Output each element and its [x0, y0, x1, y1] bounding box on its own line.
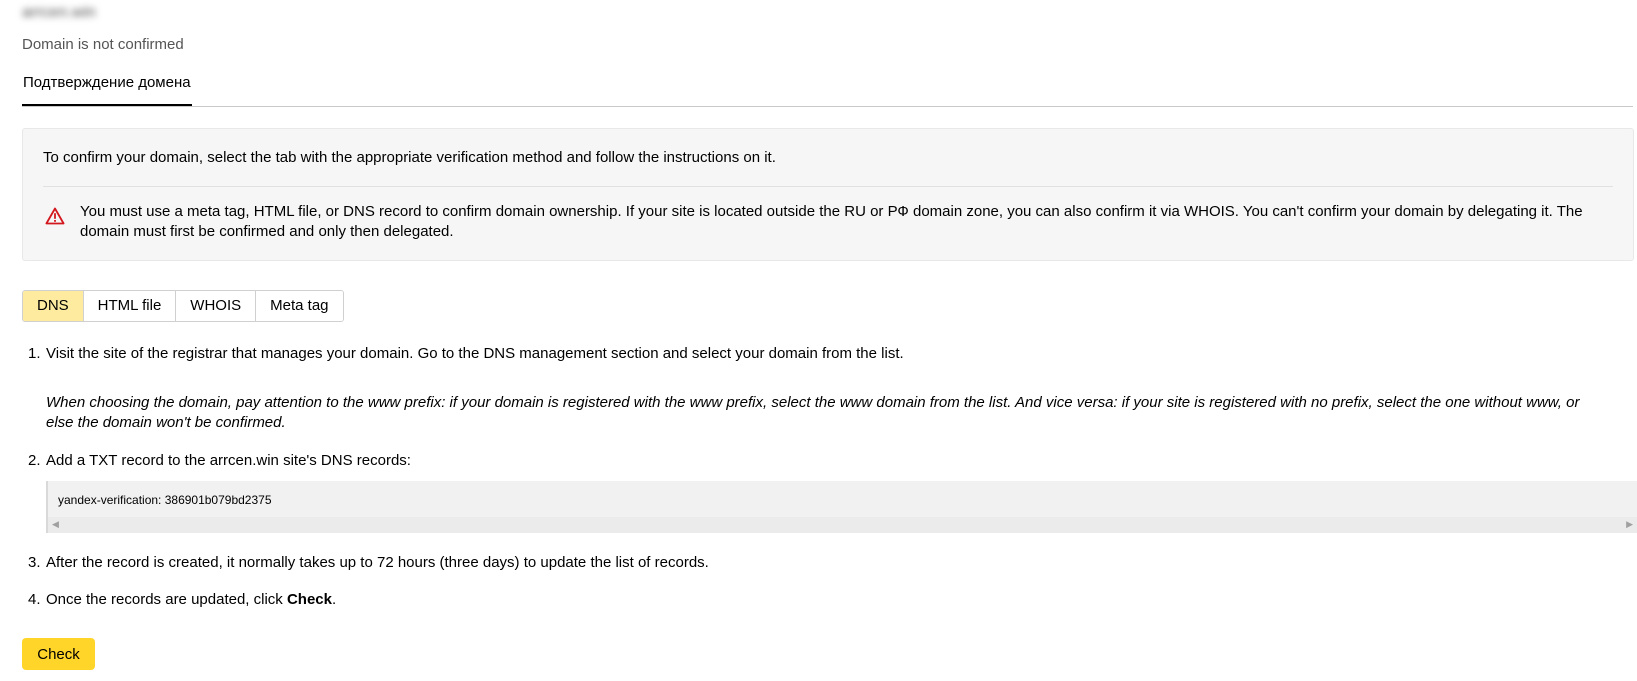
txt-record-code-block[interactable]: yandex-verification: 386901b079bd2375 ◀ … — [46, 481, 1637, 533]
check-button[interactable]: Check — [22, 638, 95, 670]
info-warning-text: You must use a meta tag, HTML file, or D… — [80, 203, 1583, 240]
txt-record-value: yandex-verification: 386901b079bd2375 — [58, 493, 272, 507]
tab-domain-confirmation[interactable]: Подтверждение домена — [22, 64, 192, 106]
verification-method-tabs: DNS HTML file WHOIS Meta tag — [22, 290, 344, 322]
step-3-number: 3. — [28, 554, 41, 571]
step-4-number: 4. — [28, 591, 41, 608]
domain-status-text: Domain is not confirmed — [22, 36, 184, 53]
step-1-number: 1. — [28, 345, 41, 362]
info-divider — [43, 186, 1613, 187]
step-4-text: Once the records are updated, click Chec… — [46, 591, 336, 608]
method-tab-meta-tag[interactable]: Meta tag — [255, 291, 343, 321]
method-tab-whois[interactable]: WHOIS — [175, 291, 256, 321]
step-2-number: 2. — [28, 452, 41, 469]
method-tab-dns[interactable]: DNS — [23, 291, 83, 321]
step-4-text-after: . — [332, 591, 337, 608]
step-4-text-before: Once the records are updated, click — [46, 591, 287, 608]
scroll-left-arrow-icon[interactable]: ◀ — [52, 519, 59, 530]
page-tabbar: Подтверждение домена — [22, 64, 1633, 107]
warning-triangle-icon — [45, 207, 65, 225]
step-2-text: Add a TXT record to the arrcen.win site'… — [46, 452, 411, 469]
method-tab-html-file[interactable]: HTML file — [82, 291, 176, 321]
step-3-text: After the record is created, it normally… — [46, 554, 709, 571]
code-horizontal-scrollbar[interactable]: ◀ ▶ — [48, 517, 1637, 533]
info-panel: To confirm your domain, select the tab w… — [22, 128, 1634, 261]
scroll-right-arrow-icon[interactable]: ▶ — [1626, 519, 1633, 530]
step-4-text-check: Check — [286, 591, 332, 608]
info-intro-text: To confirm your domain, select the tab w… — [43, 149, 776, 166]
step-1-text: Visit the site of the registrar that man… — [46, 345, 904, 362]
domain-name-title: arrcen.win — [22, 4, 96, 21]
step-1-note: When choosing the domain, pay attention … — [46, 394, 1580, 431]
